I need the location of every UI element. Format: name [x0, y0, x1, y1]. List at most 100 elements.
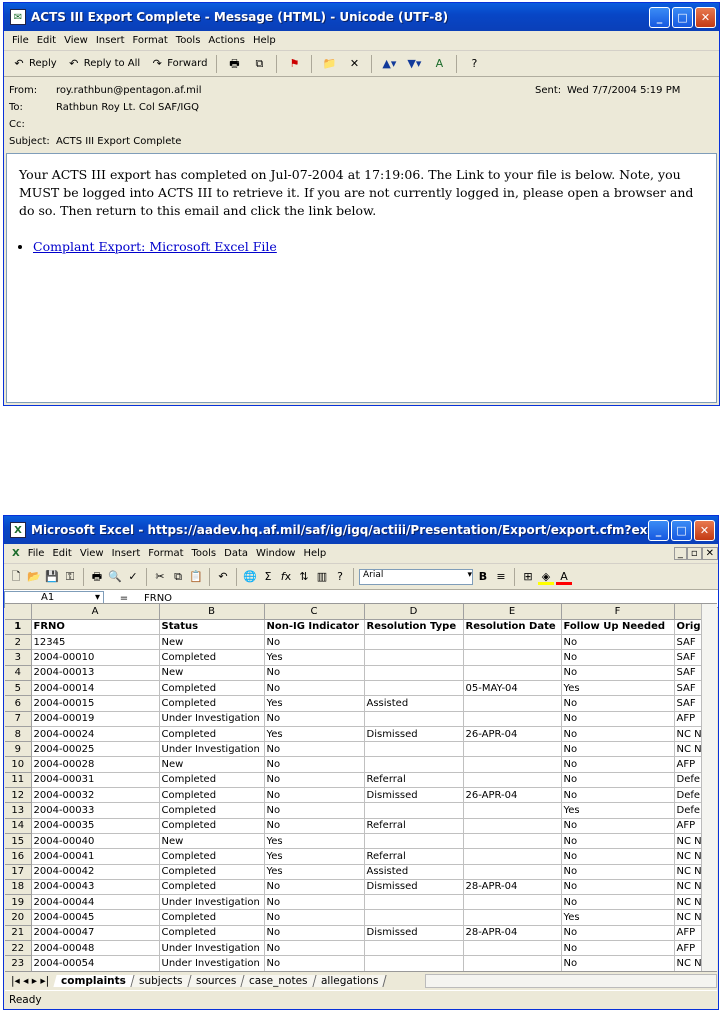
- bold-icon[interactable]: B: [475, 569, 491, 585]
- cell[interactable]: No: [264, 894, 365, 911]
- cell[interactable]: [463, 894, 562, 911]
- align-icon[interactable]: ≡: [493, 569, 509, 585]
- copy-icon[interactable]: ⧉: [170, 569, 186, 585]
- cell[interactable]: No: [264, 772, 365, 789]
- cell[interactable]: Dismissed: [364, 726, 464, 743]
- cell[interactable]: No: [561, 787, 675, 804]
- cell[interactable]: [364, 833, 464, 850]
- cell[interactable]: No: [264, 741, 365, 758]
- cell[interactable]: [463, 848, 562, 865]
- chart-icon[interactable]: ▥: [314, 569, 330, 585]
- forward-button[interactable]: ↷ Forward: [146, 55, 210, 73]
- borders-icon[interactable]: ⊞: [520, 569, 536, 585]
- menu-tools[interactable]: Tools: [188, 548, 221, 559]
- row-number[interactable]: 2: [5, 634, 32, 651]
- print-button[interactable]: 🖶: [223, 55, 245, 73]
- cell[interactable]: Yes: [561, 909, 675, 926]
- menu-insert[interactable]: Insert: [92, 35, 129, 46]
- fill-color-icon[interactable]: ◈: [538, 569, 554, 585]
- cell[interactable]: Completed: [159, 909, 265, 926]
- cell[interactable]: [364, 894, 464, 911]
- excel-title-bar[interactable]: X Microsoft Excel - https://aadev.hq.af.…: [4, 516, 718, 544]
- menu-data[interactable]: Data: [220, 548, 252, 559]
- cell[interactable]: Completed: [159, 695, 265, 712]
- column-header[interactable]: F: [561, 604, 675, 620]
- cell[interactable]: No: [561, 741, 675, 758]
- cell[interactable]: No: [264, 909, 365, 926]
- cell[interactable]: 28-APR-04: [463, 925, 562, 942]
- cell[interactable]: Dismissed: [364, 925, 464, 942]
- row-number[interactable]: 9: [5, 741, 32, 758]
- cell[interactable]: No: [561, 940, 675, 957]
- cell[interactable]: No: [561, 925, 675, 942]
- row-number[interactable]: 23: [5, 955, 32, 971]
- cell[interactable]: 2004-00032: [31, 787, 160, 804]
- horizontal-scrollbar[interactable]: [424, 973, 717, 988]
- row-number[interactable]: 5: [5, 680, 32, 697]
- menu-actions[interactable]: Actions: [204, 35, 249, 46]
- cell[interactable]: 2004-00041: [31, 848, 160, 865]
- maximize-button[interactable]: □: [672, 6, 693, 28]
- font-color-icon[interactable]: A: [556, 569, 572, 585]
- maximize-button[interactable]: □: [671, 519, 692, 541]
- next-item-button[interactable]: ▼▾: [403, 55, 425, 73]
- cell[interactable]: Under Investigation: [159, 955, 265, 971]
- cell[interactable]: Completed: [159, 787, 265, 804]
- spelling-icon[interactable]: ✓: [125, 569, 141, 585]
- cell[interactable]: Status: [159, 619, 265, 636]
- menu-view[interactable]: View: [76, 548, 108, 559]
- help-button[interactable]: ?: [463, 55, 485, 73]
- menu-view[interactable]: View: [60, 35, 92, 46]
- row-number[interactable]: 12: [5, 787, 32, 804]
- flag-button[interactable]: ⚑: [283, 55, 305, 73]
- cell[interactable]: Yes: [264, 864, 365, 880]
- cell[interactable]: [463, 695, 562, 712]
- cell[interactable]: 2004-00013: [31, 665, 160, 681]
- cell[interactable]: No: [561, 848, 675, 865]
- function-icon[interactable]: fx: [278, 569, 294, 585]
- cell[interactable]: No: [561, 955, 675, 971]
- row-number[interactable]: 18: [5, 879, 32, 896]
- minimize-button[interactable]: _: [648, 519, 669, 541]
- vertical-scrollbar[interactable]: [701, 604, 717, 971]
- cell[interactable]: Completed: [159, 772, 265, 789]
- cell[interactable]: 26-APR-04: [463, 787, 562, 804]
- cell[interactable]: Completed: [159, 726, 265, 743]
- cell[interactable]: No: [264, 879, 365, 896]
- cell[interactable]: No: [264, 665, 365, 681]
- cell[interactable]: Referral: [364, 818, 464, 834]
- cell[interactable]: Yes: [561, 802, 675, 819]
- copy-button[interactable]: ⧉: [248, 55, 270, 73]
- cell[interactable]: No: [264, 711, 365, 727]
- cell[interactable]: [364, 711, 464, 727]
- cell[interactable]: 2004-00033: [31, 802, 160, 819]
- new-icon[interactable]: 🗋: [8, 569, 24, 585]
- autosum-icon[interactable]: Σ: [260, 569, 276, 585]
- cell[interactable]: [364, 756, 464, 773]
- cell[interactable]: No: [561, 772, 675, 789]
- cell[interactable]: [364, 634, 464, 651]
- cell[interactable]: 28-APR-04: [463, 879, 562, 896]
- cell[interactable]: Under Investigation: [159, 741, 265, 758]
- cell[interactable]: 26-APR-04: [463, 726, 562, 743]
- cell[interactable]: [364, 940, 464, 957]
- cell[interactable]: [463, 802, 562, 819]
- cell[interactable]: Yes: [264, 833, 365, 850]
- sort-icon[interactable]: ⇅: [296, 569, 312, 585]
- menu-edit[interactable]: Edit: [33, 35, 60, 46]
- row-number[interactable]: 6: [5, 695, 32, 712]
- cell[interactable]: Completed: [159, 925, 265, 942]
- cell[interactable]: Referral: [364, 848, 464, 865]
- print-preview-icon[interactable]: 🔍: [107, 569, 123, 585]
- paste-icon[interactable]: 📋: [188, 569, 204, 585]
- workbook-minimize-button[interactable]: _: [673, 547, 687, 560]
- menu-help[interactable]: Help: [299, 548, 330, 559]
- cell[interactable]: Assisted: [364, 695, 464, 712]
- cell[interactable]: No: [561, 711, 675, 727]
- close-button[interactable]: ✕: [694, 519, 715, 541]
- cell[interactable]: No: [561, 649, 675, 666]
- cell[interactable]: New: [159, 634, 265, 651]
- cell[interactable]: 2004-00047: [31, 925, 160, 942]
- cell[interactable]: Assisted: [364, 864, 464, 880]
- row-number[interactable]: 14: [5, 818, 32, 834]
